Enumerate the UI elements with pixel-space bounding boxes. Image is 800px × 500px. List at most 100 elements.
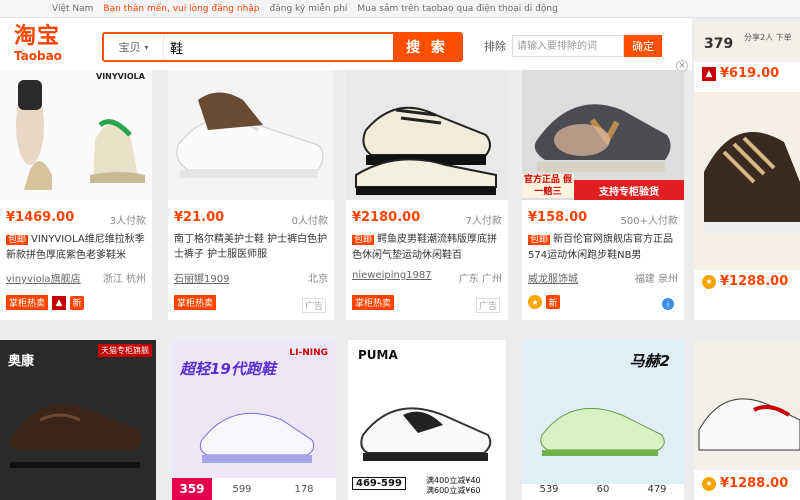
chevron-down-icon: ▾ (144, 42, 149, 52)
original-price: 599 (212, 478, 272, 500)
new-badge: 新 (70, 295, 85, 310)
price: ¥2180.00 (352, 210, 421, 225)
price-row: ★ ¥1288.00 (702, 274, 788, 289)
product-image[interactable]: VINYVIOLA (0, 70, 152, 200)
product-title[interactable]: 南丁格尔精美护士鞋 护士裤白色护士裤子 护士服医师服 (174, 232, 328, 262)
price: ¥1288.00 (720, 274, 789, 289)
ad-label: 广告 (475, 298, 500, 313)
product-card[interactable]: 奥康 天猫专柜旗舰 (0, 340, 156, 500)
hot-sale-badge: 掌柜热卖 (174, 295, 217, 310)
shoe-image (704, 132, 800, 234)
discount: 60 (596, 484, 610, 495)
promo-price: 379 (704, 36, 734, 52)
shop-link[interactable]: nieweiping1987 (352, 270, 432, 281)
search-category-select[interactable]: 宝贝 ▾ (104, 34, 164, 60)
price: ¥21.00 (174, 210, 225, 225)
product-card[interactable]: VINYVIOLA ¥1469.00 3人付款 包邮 VINYVIOLA维尼维拉秋… (0, 70, 152, 320)
shop-link[interactable]: 石丽娜1909 (174, 270, 229, 285)
price-strip: 359 599 178 (172, 478, 336, 500)
coupon-2: 满600立减¥60 (426, 486, 481, 495)
shop-link[interactable]: 威龙服饰城 (528, 270, 578, 285)
promo-label: 分享2人 下单 (744, 33, 792, 42)
location: 浙江 杭州 (102, 274, 146, 285)
free-shipping-badge: 包邮 (528, 235, 551, 245)
tmall-icon: ▲ (702, 66, 716, 81)
product-card[interactable]: 马赫2 539 60 479 (522, 340, 684, 500)
badges: ★ 新 (528, 295, 560, 309)
price: ¥619.00 (720, 66, 780, 81)
shoe-image (355, 106, 497, 195)
search-input[interactable] (164, 34, 393, 60)
promo-right-banner: 支持专柜验货 (574, 180, 684, 200)
shoe-image (8, 404, 143, 468)
price-badge: 469-599 (352, 477, 406, 490)
product-card[interactable]: ¥21.00 0人付款 南丁格尔精美护士鞋 护士裤白色护士裤子 护士服医师服 石… (168, 70, 334, 320)
shoe-image (540, 407, 665, 456)
price: 359 (172, 478, 212, 500)
free-shipping-badge: 包邮 (352, 235, 375, 245)
price: ¥1469.00 (6, 210, 75, 225)
product-image[interactable]: 官方正品 假一赔三 支持专柜验货 (522, 70, 684, 200)
login-link[interactable]: Bạn thân mến, vui lòng đăng nhập (103, 4, 259, 14)
price-row: ▲ ¥619.00 (702, 66, 779, 81)
shoe-image (694, 340, 800, 470)
exclude-filter: 排除 确定 (484, 35, 662, 57)
price: ¥1288.00 (720, 476, 789, 491)
gold-seller-icon: ★ (702, 476, 716, 491)
product-card[interactable]: PUMA 469-599 满400立减¥40 满600立减¥60 (348, 340, 506, 500)
register-link[interactable]: đăng ký miễn phí (270, 4, 348, 14)
paid-count: 500+人付款 (620, 216, 678, 227)
location: 北京 (308, 274, 328, 285)
exclude-input[interactable] (512, 35, 624, 57)
search-bar: 宝贝 ▾ 搜 索 (102, 32, 463, 62)
gold-seller-icon: ★ (702, 274, 716, 289)
product-image[interactable] (346, 70, 508, 200)
badges: 掌柜热卖 (352, 295, 395, 310)
paid-count: 0人付款 (291, 216, 328, 227)
badges: 掌柜热卖 ▲ 新 (6, 295, 85, 310)
location: 广东 广州 (458, 274, 502, 285)
shop-link[interactable]: vinyviola旗舰店 (6, 270, 81, 285)
shoe-image (16, 80, 145, 190)
paid-count: 7人付款 (465, 216, 502, 227)
hot-sale-badge: 掌柜热卖 (352, 295, 395, 310)
shoe-image (176, 92, 324, 178)
product-card[interactable]: 官方正品 假一赔三 支持专柜验货 ¥158.00 500+人付款 包邮 新百伦官网… (522, 70, 684, 320)
brand-logo: VINYVIOLA (96, 72, 145, 81)
tmall-icon: ▲ (52, 295, 67, 310)
price: ¥158.00 (528, 210, 588, 225)
free-shipping-badge: 包邮 (6, 235, 29, 245)
location: 福建 泉州 (634, 274, 678, 285)
search-button[interactable]: 搜 索 (393, 34, 461, 60)
header: 淘宝 Taobao 宝贝 ▾ 搜 索 排除 确定 (0, 18, 692, 70)
ad-label: 广告 (301, 298, 326, 313)
exclude-confirm-button[interactable]: 确定 (624, 35, 662, 57)
exclude-label: 排除 (484, 40, 506, 53)
price-row: ★ ¥1288.00 (702, 476, 788, 491)
mobile-app-link[interactable]: Mua sắm trên taobao qua điện thoại di độ… (357, 4, 557, 14)
new-badge: 新 (546, 295, 560, 309)
paid-count: 3人付款 (109, 216, 146, 227)
top-bar: Việt Nam Bạn thân mến, vui lòng đăng nhậ… (0, 0, 800, 18)
product-image[interactable] (168, 70, 334, 200)
product-image[interactable] (694, 92, 800, 270)
product-card[interactable]: 379 分享2人 下单 ▲ ¥619.00 ★ ¥1288.00 (694, 22, 800, 320)
taobao-logo[interactable]: 淘宝 Taobao (14, 26, 62, 63)
product-title[interactable]: 包邮 新百伦官网旗舰店官方正品574运动休闲跑步鞋NB男 (528, 232, 678, 262)
badges: 掌柜热卖 (174, 295, 217, 310)
promo-left-banner: 官方正品 假一赔三 (522, 174, 574, 198)
product-title[interactable]: 包邮 VINYVIOLA维尼维拉秋季新款拼色厚底紫色老爹鞋米 (6, 232, 146, 262)
coupon-price: 178 (272, 478, 336, 500)
shoe-image (199, 412, 315, 463)
product-card[interactable]: ★ ¥1288.00 (694, 340, 800, 500)
info-icon[interactable]: i (662, 298, 674, 310)
gold-seller-icon: ★ (528, 295, 542, 309)
product-card[interactable]: 超轻19代跑鞋 LI-NING 359 599 178 (172, 340, 336, 500)
price-strip: 539 60 479 (522, 484, 684, 500)
price: 539 (539, 484, 559, 495)
country-selector[interactable]: Việt Nam (52, 4, 93, 14)
product-card[interactable]: ¥2180.00 7人付款 包邮 鳄鱼皮男鞋潮流韩版厚底拼色休闲气垫运动休闲鞋百 … (346, 70, 508, 320)
top-promo-card[interactable]: 379 分享2人 下单 (694, 22, 800, 62)
product-title[interactable]: 包邮 鳄鱼皮男鞋潮流韩版厚底拼色休闲气垫运动休闲鞋百 (352, 232, 502, 262)
final-price: 479 (647, 484, 667, 495)
